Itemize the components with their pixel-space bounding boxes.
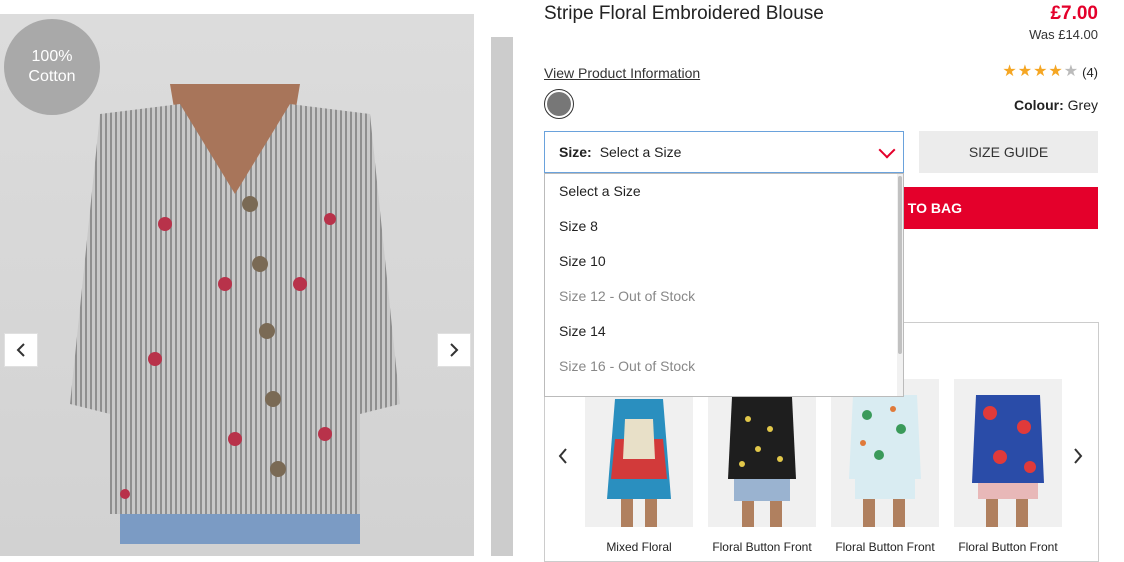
gallery-next-button[interactable]	[437, 333, 471, 367]
size-option-10[interactable]: Size 10	[545, 244, 903, 279]
chevron-left-icon	[558, 448, 567, 464]
chevron-right-icon	[1074, 448, 1083, 464]
size-option-8[interactable]: Size 8	[545, 209, 903, 244]
was-price: Was £14.00	[1029, 27, 1098, 42]
size-select-label: Size:	[559, 144, 592, 160]
reco-card-image	[708, 379, 816, 527]
reco-card-image	[831, 379, 939, 527]
star-icon: ★	[1033, 63, 1048, 80]
size-option-18[interactable]: Size 18	[545, 384, 903, 396]
view-product-information-link[interactable]: View Product Information	[544, 65, 700, 81]
size-option-14[interactable]: Size 14	[545, 314, 903, 349]
size-option-select[interactable]: Select a Size	[545, 174, 903, 209]
dropdown-scrollbar-thumb[interactable]	[898, 176, 902, 354]
size-option-12[interactable]: Size 12 - Out of Stock	[545, 279, 903, 314]
chevron-down-icon	[878, 141, 896, 159]
colour-swatch-grey[interactable]	[544, 89, 574, 119]
reco-card-label: Mixed Floral	[606, 540, 672, 554]
reco-card-label: Floral Button Front	[835, 540, 935, 554]
badge-line-2: Cotton	[28, 68, 76, 85]
swatch-fill	[547, 92, 571, 116]
gallery-prev-button[interactable]	[4, 333, 38, 367]
colour-value: Grey	[1067, 97, 1098, 113]
reco-card[interactable]: Floral Button Front	[954, 379, 1062, 554]
reco-card-image	[954, 379, 1062, 527]
reco-card[interactable]: Mixed Floral	[585, 379, 693, 554]
rating-stars[interactable]: ★ ★ ★ ★ ★ (4)	[1002, 64, 1098, 80]
size-select-value: Select a Size	[599, 144, 682, 160]
reco-prev-button[interactable]	[553, 441, 573, 471]
blouse-illustration	[70, 84, 400, 544]
size-option-16[interactable]: Size 16 - Out of Stock	[545, 349, 903, 384]
star-icon: ★	[1002, 63, 1017, 80]
dropdown-scrollbar[interactable]	[897, 174, 903, 396]
chevron-right-icon	[450, 343, 459, 357]
reco-card-label: Floral Button Front	[958, 540, 1058, 554]
reco-card[interactable]: Floral Button Front	[708, 379, 816, 554]
reco-card-label: Floral Button Front	[712, 540, 812, 554]
size-guide-button[interactable]: SIZE GUIDE	[919, 131, 1098, 173]
reco-next-button[interactable]	[1068, 441, 1088, 471]
star-icon: ★	[1017, 63, 1033, 80]
badge-line-1: 100%	[31, 48, 73, 65]
next-image-peek	[491, 37, 513, 556]
reco-card[interactable]: Floral Button Front	[831, 379, 939, 554]
size-dropdown-list[interactable]: Select a Size Size 8 Size 10 Size 12 - O…	[544, 173, 904, 397]
product-title: Stripe Floral Embroidered Blouse	[544, 3, 824, 24]
size-select[interactable]: Size: Select a Size	[544, 131, 904, 173]
star-icon: ★	[1048, 63, 1063, 80]
star-empty-icon: ★	[1063, 63, 1079, 80]
reco-card-image	[585, 379, 693, 527]
chevron-left-icon	[16, 343, 25, 357]
rating-count: (4)	[1082, 64, 1098, 80]
product-price: £7.00	[1050, 3, 1098, 24]
colour-label: Colour: Grey	[1014, 97, 1098, 113]
cotton-badge: 100% Cotton	[4, 19, 100, 115]
colour-label-title: Colour:	[1014, 97, 1064, 113]
